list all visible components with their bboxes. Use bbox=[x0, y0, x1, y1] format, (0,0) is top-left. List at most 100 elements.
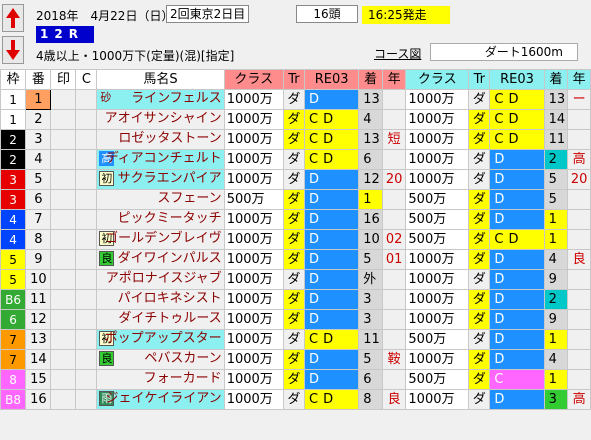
horse-name[interactable]: ディアコンチェルト bbox=[106, 151, 222, 169]
horse-name-cell[interactable]: フォーカード bbox=[96, 369, 225, 390]
header-mark[interactable]: 印 bbox=[50, 69, 77, 90]
mark-cell[interactable] bbox=[50, 389, 77, 410]
mark-cell[interactable] bbox=[50, 289, 77, 310]
horse-name[interactable]: アポロナイスジャブ bbox=[106, 271, 222, 289]
horse-name-cell[interactable]: ダイチトゥルース bbox=[96, 309, 225, 330]
horse-name[interactable]: ダイチトゥルース bbox=[118, 311, 221, 329]
horse-name-cell[interactable]: ピックミータッチ bbox=[96, 209, 225, 230]
horse-name-cell[interactable]: 良 ペバスカーン bbox=[96, 349, 225, 370]
uma-number: 3 bbox=[25, 129, 52, 150]
horse-name-cell[interactable]: 初ゴールデンブレイヴ bbox=[96, 229, 225, 250]
mark-cell[interactable] bbox=[50, 309, 77, 330]
table-row[interactable]: B6 11 パイロキネシスト 1000万ダ D 3 1000万ダ D 2 bbox=[0, 289, 591, 310]
horse-name-cell[interactable]: パイロキネシスト bbox=[96, 289, 225, 310]
horse-name[interactable]: ラインフェルス bbox=[131, 91, 222, 109]
mark-cell[interactable] bbox=[50, 169, 77, 190]
header-age[interactable]: 年 bbox=[381, 69, 407, 90]
horse-name-cell[interactable]: スフェーン bbox=[96, 189, 225, 210]
age-cell bbox=[381, 149, 407, 170]
age-cell: 01 bbox=[381, 249, 407, 270]
age-cell bbox=[567, 189, 591, 210]
header-track[interactable]: Tr bbox=[282, 69, 306, 90]
finish-cell: 13 bbox=[543, 89, 569, 110]
post-time: 16:25発走 bbox=[362, 6, 450, 24]
c-cell bbox=[75, 169, 98, 190]
waku-cell: 5 bbox=[0, 249, 27, 270]
header-class-2[interactable]: クラス bbox=[405, 69, 470, 90]
mark-cell[interactable] bbox=[50, 189, 77, 210]
age-cell bbox=[381, 369, 407, 390]
table-row[interactable]: 7 13 初ポップアップスター 1000万ダ CD 11 500万ダ D 1 bbox=[0, 329, 591, 350]
header-track-2[interactable]: Tr bbox=[468, 69, 491, 90]
mark-cell[interactable] bbox=[50, 269, 77, 290]
table-row[interactable]: 1 2 アオイサンシャイン 1000万ダ CD 4 1000万ダ CD 14 bbox=[0, 109, 591, 130]
table-row[interactable]: 2 4 高ディアコンチェルト 1000万ダ CD 6 1000万ダ D 2 高 bbox=[0, 149, 591, 170]
horse-name[interactable]: ペバスカーン bbox=[144, 351, 221, 369]
table-row[interactable]: 4 7 ピックミータッチ 1000万ダ D 16 500万ダ D 1 bbox=[0, 209, 591, 230]
mark-cell[interactable] bbox=[50, 249, 77, 270]
age-cell bbox=[381, 189, 407, 210]
prev-race-arrow-icon[interactable] bbox=[2, 4, 24, 32]
horse-name[interactable]: ジェイケイライアン bbox=[105, 391, 221, 409]
horse-name-cell[interactable]: ロゼッタストーン bbox=[96, 129, 225, 150]
horse-name[interactable]: フォーカード bbox=[144, 371, 222, 389]
header-finish-2[interactable]: 着 bbox=[543, 69, 569, 90]
table-row[interactable]: 6 12 ダイチトゥルース 1000万ダ D 3 1000万ダ D 9 bbox=[0, 309, 591, 330]
table-row[interactable]: 8 15 フォーカード 1000万ダ D 6 500万ダ C 1 bbox=[0, 369, 591, 390]
horse-name-cell[interactable]: アポロナイスジャブ bbox=[96, 269, 225, 290]
table-row[interactable]: 7 14 良ペバスカーン 1000万ダ D 5 鞍 1000万ダ D 4 bbox=[0, 349, 591, 370]
table-row[interactable]: 3 6 スフェーン 500万ダ D 1 500万ダ D 5 bbox=[0, 189, 591, 210]
c-cell bbox=[75, 229, 98, 250]
horse-name[interactable]: ピックミータッチ bbox=[118, 211, 222, 229]
horse-name[interactable]: アオイサンシャイン bbox=[105, 111, 222, 129]
mark-cell[interactable] bbox=[50, 109, 77, 130]
horse-name[interactable]: スフェーン bbox=[157, 191, 221, 209]
header-age-2[interactable]: 年 bbox=[567, 69, 591, 90]
horse-name-cell[interactable]: 初サクラエンパイア bbox=[96, 169, 225, 190]
mark-cell[interactable] bbox=[50, 89, 77, 110]
header-horse-name[interactable]: 馬名S bbox=[96, 69, 225, 90]
uma-number: 15 bbox=[25, 369, 52, 390]
mark-cell[interactable] bbox=[50, 349, 77, 370]
horse-name-cell[interactable]: 雨ジェイケイライアン bbox=[96, 389, 225, 410]
horse-name[interactable]: ポップアップスター bbox=[105, 331, 222, 349]
table-row[interactable]: 3 5 初サクラエンパイア 1000万ダ D 12 20 1000万ダ D 5 20 bbox=[0, 169, 591, 190]
header-uma[interactable]: 番 bbox=[25, 69, 52, 90]
table-row[interactable]: 1 1 砂ラインフェルス 1000万ダ D 13 1000万ダ CD 13 ー bbox=[0, 89, 591, 110]
mark-cell[interactable] bbox=[50, 129, 77, 150]
horse-name[interactable]: ロゼッタストーン bbox=[118, 131, 221, 149]
header-c[interactable]: C bbox=[75, 69, 98, 90]
waku-cell: 1 bbox=[0, 109, 27, 130]
table-row[interactable]: B8 16 雨ジェイケイライアン 1000万ダ CD 8 良 1000万ダ D 3 高 bbox=[0, 389, 591, 410]
horse-name[interactable]: パイロキネシスト bbox=[118, 291, 222, 309]
horse-name[interactable]: ダイワインパルス bbox=[118, 251, 222, 269]
re03-cell: D bbox=[304, 89, 360, 110]
header-re03[interactable]: RE03 bbox=[304, 69, 360, 90]
horse-name[interactable]: ゴールデンブレイヴ bbox=[105, 231, 222, 249]
mark-cell[interactable] bbox=[50, 209, 77, 230]
table-row[interactable]: 5 9 良ダイワインパルス 1000万ダ D 5 01 1000万ダ D 4 良 bbox=[0, 249, 591, 270]
header-re03-2[interactable]: RE03 bbox=[489, 69, 545, 90]
next-race-arrow-icon[interactable] bbox=[2, 36, 24, 64]
horse-name[interactable]: サクラエンパイア bbox=[118, 171, 222, 189]
mark-cell[interactable] bbox=[50, 329, 77, 350]
mark-cell[interactable] bbox=[50, 149, 77, 170]
re03-cell: D bbox=[489, 189, 545, 210]
table-row[interactable]: 2 3 ロゼッタストーン 1000万ダ CD 13 短 1000万ダ CD 11 bbox=[0, 129, 591, 150]
horse-name-cell[interactable]: 初ポップアップスター bbox=[96, 329, 225, 350]
table-row[interactable]: 4 8 初ゴールデンブレイヴ 1000万ダ D 10 02 500万ダ CD 1 bbox=[0, 229, 591, 250]
horse-name-cell[interactable]: 砂 ラインフェルス bbox=[96, 89, 225, 110]
mark-cell[interactable] bbox=[50, 369, 77, 390]
horse-name-cell[interactable]: 良ダイワインパルス bbox=[96, 249, 225, 270]
course-map-link[interactable]: コース図 bbox=[374, 45, 421, 62]
horse-name-cell[interactable]: アオイサンシャイン bbox=[96, 109, 225, 130]
finish-cell: 11 bbox=[543, 129, 569, 150]
mark-cell[interactable] bbox=[50, 229, 77, 250]
header-waku[interactable]: 枠 bbox=[0, 69, 27, 90]
finish-cell: 13 bbox=[358, 89, 383, 110]
finish-cell: 16 bbox=[358, 209, 383, 230]
table-row[interactable]: 5 10 アポロナイスジャブ 1000万ダ D 外 1000万ダ D 9 bbox=[0, 269, 591, 290]
header-class[interactable]: クラス bbox=[223, 69, 284, 90]
horse-name-cell[interactable]: 高ディアコンチェルト bbox=[96, 149, 225, 170]
header-finish[interactable]: 着 bbox=[358, 69, 383, 90]
